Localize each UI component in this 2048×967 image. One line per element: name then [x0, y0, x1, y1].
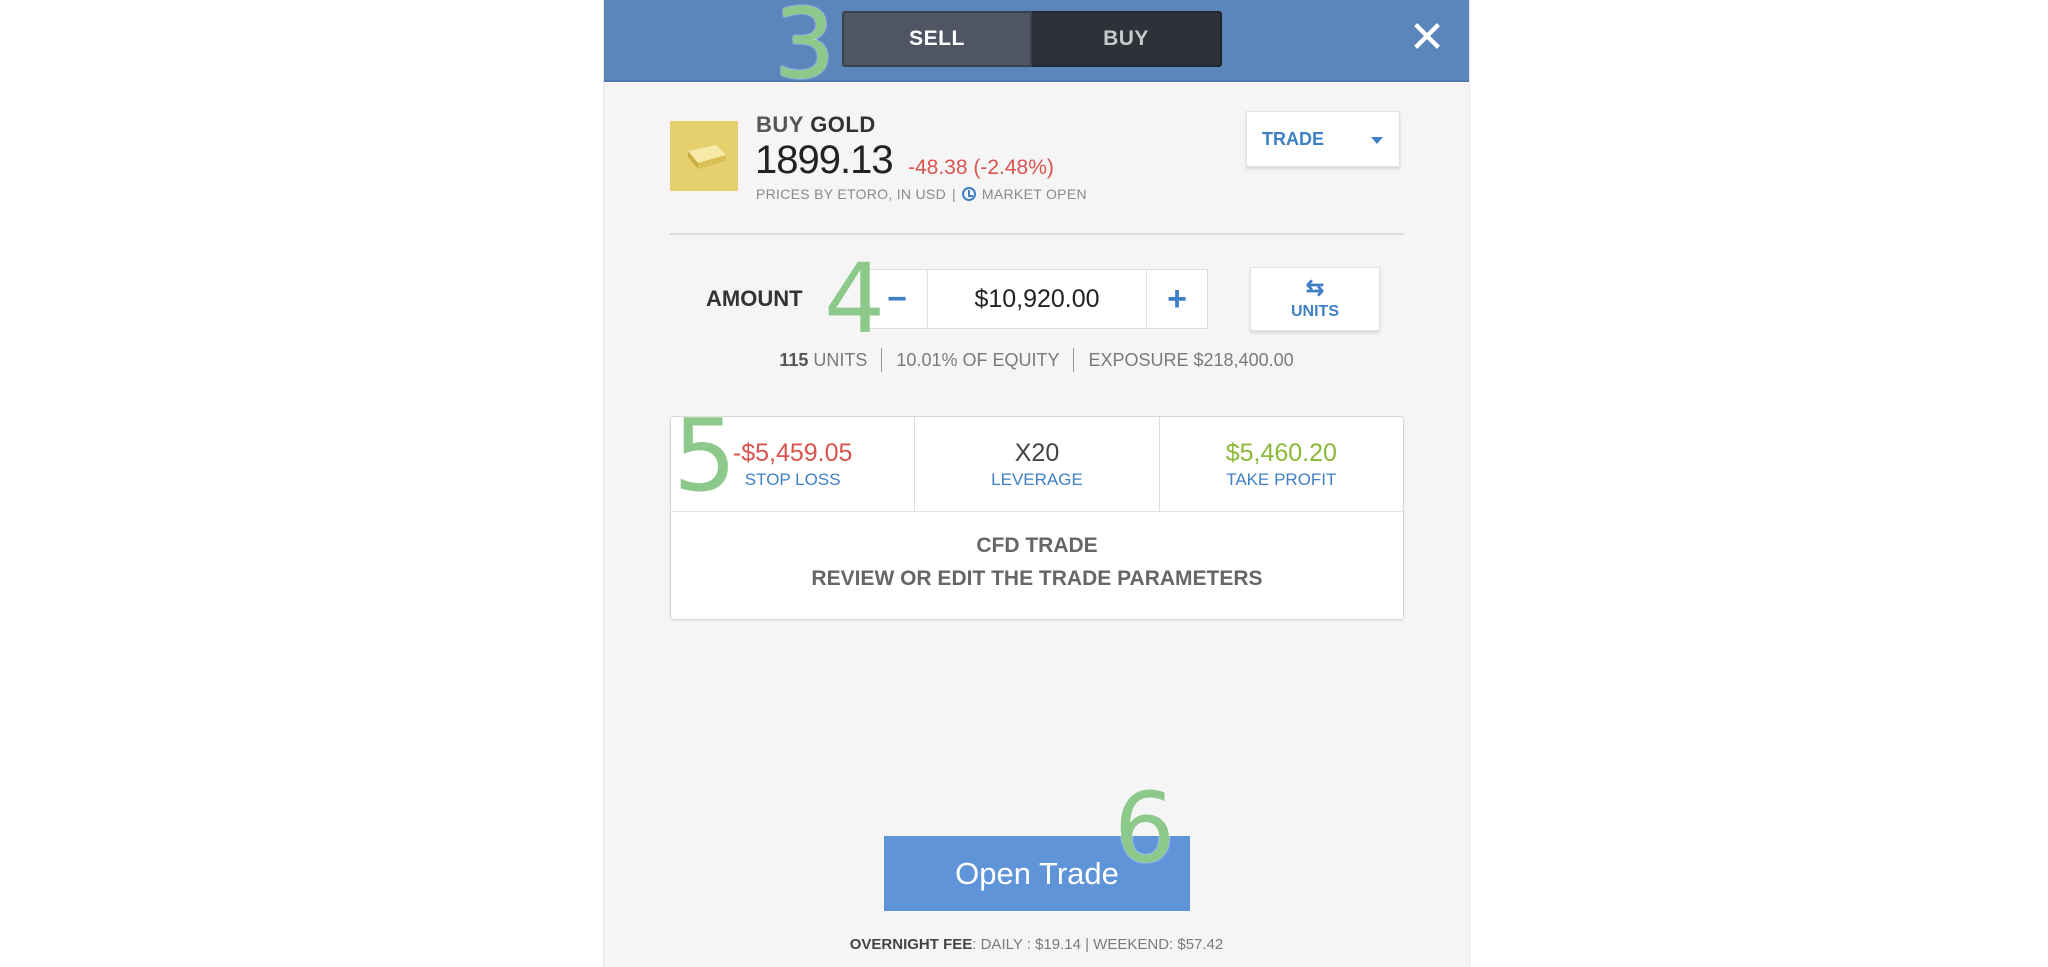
sell-button[interactable]: SELL — [842, 11, 1032, 67]
instrument-action: BUY — [756, 112, 804, 137]
trade-type-label: TRADE — [1262, 128, 1324, 149]
trade-parameters-row: -$5,459.05 STOP LOSS X20 LEVERAGE $5,460… — [671, 417, 1403, 512]
price-change: -48.38 (-2.48%) — [908, 156, 1054, 179]
summary-separator — [1073, 348, 1075, 372]
amount-stepper: − $10,920.00 + — [866, 269, 1208, 329]
section-divider — [670, 233, 1404, 235]
decrease-amount-button[interactable]: − — [867, 270, 927, 328]
buy-button[interactable]: BUY — [1032, 11, 1222, 67]
units-text: UNITS — [813, 349, 868, 370]
take-profit-label: TAKE PROFIT — [1226, 470, 1337, 489]
overnight-fee-label: OVERNIGHT FEE — [849, 936, 973, 953]
cfd-trade-subtitle: REVIEW OR EDIT THE TRADE PARAMETERS — [811, 567, 1263, 590]
instrument-name: GOLD — [810, 112, 876, 137]
cfd-trade-info: CFD TRADE REVIEW OR EDIT THE TRADE PARAM… — [671, 529, 1403, 595]
swap-icon: ⇆ — [1305, 275, 1325, 300]
position-summary: 115 UNITS 10.01% OF EQUITY EXPOSURE $218… — [604, 348, 1469, 372]
price-source-text: PRICES BY ETORO, IN USD — [756, 186, 946, 202]
summary-separator — [881, 348, 883, 372]
instrument-title: BUY GOLD — [756, 112, 876, 138]
take-profit-value: $5,460.20 — [1225, 439, 1337, 467]
leverage-label: LEVERAGE — [991, 470, 1083, 489]
take-profit-button[interactable]: $5,460.20 TAKE PROFIT — [1158, 417, 1403, 511]
stop-loss-value: -$5,459.05 — [732, 439, 853, 467]
close-icon[interactable]: ✕ — [1405, 16, 1449, 60]
trade-dialog: SELL BUY ✕ 3 BUY GOLD 1899.13 -48.38 (-2… — [603, 0, 1470, 967]
trade-parameters-panel: -$5,459.05 STOP LOSS X20 LEVERAGE $5,460… — [670, 416, 1404, 620]
trade-type-dropdown[interactable]: TRADE — [1246, 111, 1400, 167]
amount-label: AMOUNT — [706, 286, 803, 311]
dialog-header: SELL BUY ✕ — [604, 0, 1469, 82]
overnight-fee-details: : DAILY : $19.14 | WEEKEND: $57.42 — [972, 936, 1224, 953]
increase-amount-button[interactable]: + — [1147, 270, 1207, 328]
clock-icon — [961, 187, 976, 201]
stop-loss-label: STOP LOSS — [744, 470, 841, 489]
leverage-value: X20 — [1014, 439, 1060, 467]
market-status: MARKET OPEN — [981, 186, 1087, 202]
price-source: PRICES BY ETORO, IN USD | MARKET OPEN — [756, 186, 1087, 202]
exposure-value: EXPOSURE $218,400.00 — [1088, 349, 1294, 370]
stop-loss-button[interactable]: -$5,459.05 STOP LOSS — [671, 417, 914, 511]
open-trade-button[interactable]: Open Trade — [884, 836, 1190, 911]
sell-buy-toggle: SELL BUY — [842, 11, 1222, 67]
units-toggle-label: UNITS — [1291, 303, 1339, 320]
overnight-fee: OVERNIGHT FEE: DAILY : $19.14 | WEEKEND:… — [604, 936, 1469, 953]
units-count: 115 UNITS — [779, 350, 867, 371]
instrument-price: 1899.13 — [755, 138, 894, 182]
units-toggle-button[interactable]: ⇆ UNITS — [1250, 267, 1380, 331]
chevron-down-icon — [1371, 137, 1383, 144]
cfd-trade-title: CFD TRADE — [976, 534, 1098, 557]
equity-percent: 10.01% OF EQUITY — [896, 349, 1060, 370]
gold-bar-icon — [670, 121, 738, 191]
price-source-separator: | — [951, 186, 956, 202]
units-number: 115 — [779, 349, 809, 370]
amount-input[interactable]: $10,920.00 — [927, 270, 1147, 328]
leverage-button[interactable]: X20 LEVERAGE — [914, 417, 1158, 511]
